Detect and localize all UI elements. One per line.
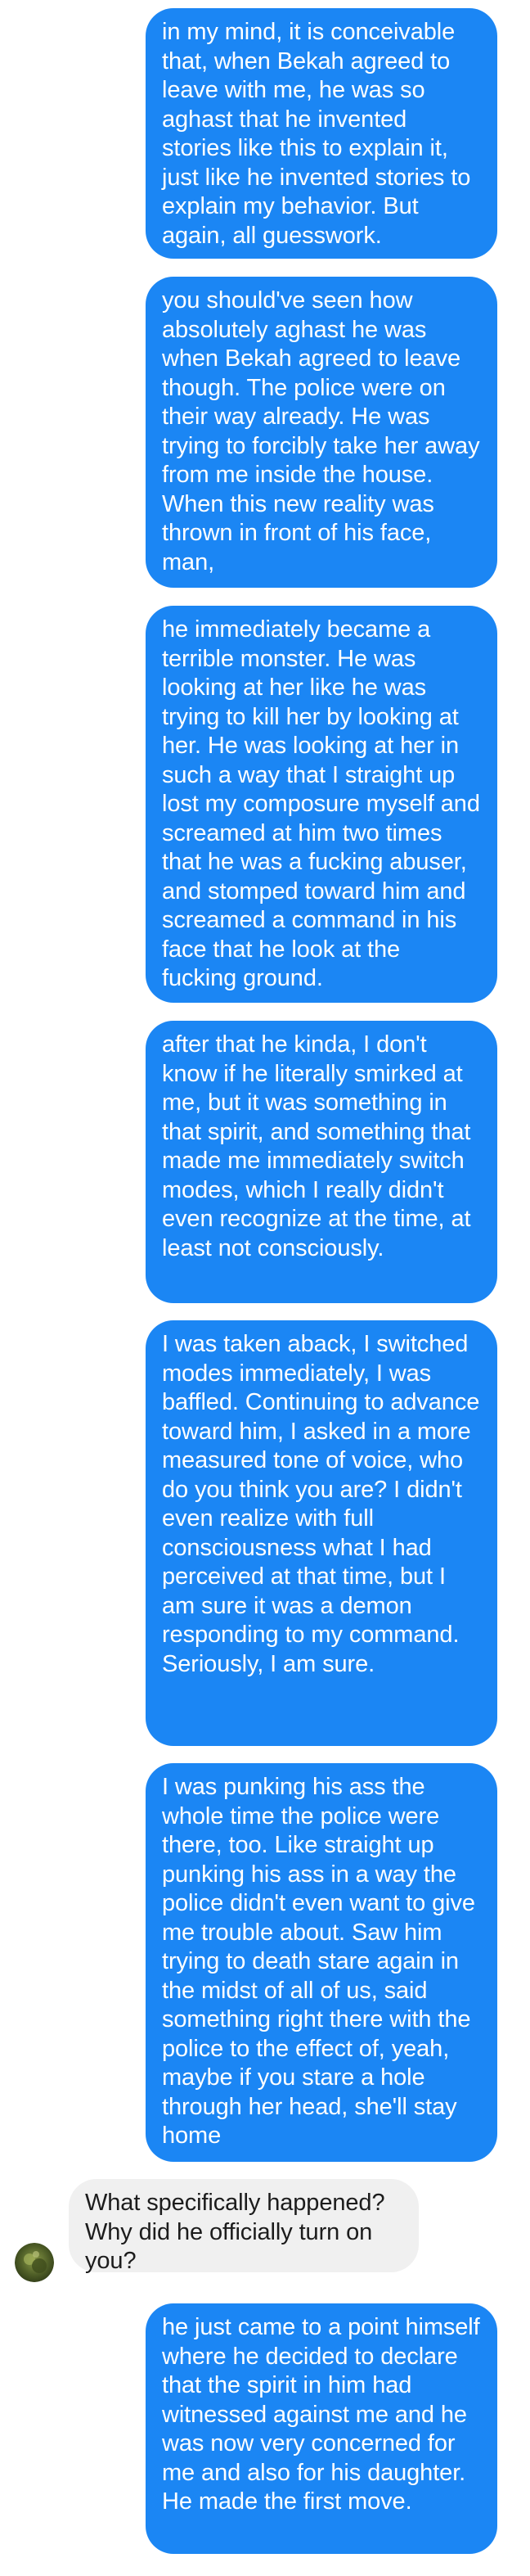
message-bubble-incoming[interactable]: What specifically happened? Why did he o… bbox=[69, 2179, 419, 2274]
message-bubble-outgoing[interactable]: I was taken aback, I switched modes imme… bbox=[146, 1320, 497, 1746]
contact-avatar-icon[interactable] bbox=[15, 2243, 54, 2282]
message-bubble-outgoing[interactable]: he just came to a point himself where he… bbox=[146, 2303, 497, 2554]
message-bubble-outgoing[interactable]: you should've seen how absolutely aghast… bbox=[146, 277, 497, 588]
message-thread[interactable]: in my mind, it is conceivable that, when… bbox=[0, 0, 530, 2576]
message-bubble-outgoing[interactable]: I was punking his ass the whole time the… bbox=[146, 1763, 497, 2162]
message-bubble-outgoing[interactable]: he immediately became a terrible monster… bbox=[146, 606, 497, 1003]
message-bubble-outgoing[interactable]: in my mind, it is conceivable that, when… bbox=[146, 8, 497, 259]
message-bubble-outgoing[interactable]: after that he kinda, I don't know if he … bbox=[146, 1021, 497, 1303]
